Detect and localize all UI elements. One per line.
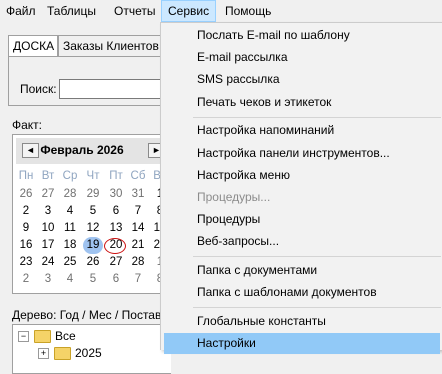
menu-separator: [193, 256, 441, 257]
calendar-day[interactable]: 5: [83, 203, 103, 220]
calendar-day[interactable]: 7: [128, 271, 148, 288]
calendar-day[interactable]: 12: [83, 220, 103, 237]
calendar-day[interactable]: 26: [16, 186, 36, 203]
menu-item-web-requests[interactable]: Веб-запросы...: [197, 234, 279, 248]
circle-mark: [104, 238, 126, 254]
menu-item-documents-folder[interactable]: Папка с документами: [197, 263, 317, 277]
calendar-day[interactable]: 26: [83, 254, 103, 271]
calendar-day[interactable]: 3: [38, 271, 58, 288]
calendar-day[interactable]: 7: [128, 203, 148, 220]
calendar-day[interactable]: 11: [60, 220, 80, 237]
calendar: ◄ Февраль 2026 ► ПнВтСрЧтПтСбВс262728293…: [12, 134, 171, 294]
calendar-day[interactable]: 6: [106, 271, 126, 288]
calendar-day[interactable]: 10: [38, 220, 58, 237]
calendar-day[interactable]: 21: [128, 237, 148, 254]
search-label: Поиск:: [20, 82, 57, 96]
weekday-header: Чт: [86, 170, 100, 182]
calendar-day[interactable]: 13: [106, 220, 126, 237]
collapse-icon[interactable]: −: [18, 331, 29, 342]
folder-icon: [54, 347, 71, 360]
calendar-header: ◄ Февраль 2026 ►: [16, 138, 171, 164]
calendar-day[interactable]: 3: [38, 203, 58, 220]
calendar-day[interactable]: 25: [60, 254, 80, 271]
calendar-day[interactable]: 19: [83, 237, 103, 254]
calendar-day[interactable]: 27: [106, 254, 126, 271]
calendar-day[interactable]: 5: [83, 271, 103, 288]
calendar-day[interactable]: 6: [106, 203, 126, 220]
menu-file[interactable]: Файл: [0, 0, 42, 22]
service-menu: Послать E-mail по шаблону E-mail рассылка…: [160, 22, 442, 354]
calendar-day[interactable]: 23: [16, 254, 36, 271]
board-panel: Поиск:: [8, 56, 179, 106]
tree-label: Дерево: Год / Мес / Поставщ: [12, 308, 172, 322]
weekday-header: Пн: [18, 170, 34, 182]
calendar-day[interactable]: 29: [83, 186, 103, 203]
calendar-title: Февраль 2026: [40, 143, 124, 157]
calendar-day[interactable]: 31: [128, 186, 148, 203]
calendar-day[interactable]: 4: [60, 271, 80, 288]
weekday-header: Пт: [109, 170, 123, 182]
weekday-header: Ср: [62, 170, 78, 182]
menu-item-procedures[interactable]: Процедуры: [197, 212, 260, 226]
folder-icon: [34, 330, 51, 343]
tab-board[interactable]: ДОСКА: [8, 35, 58, 58]
menu-bar: Файл Таблицы Отчеты Сервис Помощь: [0, 0, 442, 22]
calendar-day[interactable]: 14: [128, 220, 148, 237]
tree-item-all[interactable]: Все: [55, 329, 76, 343]
menu-item-menu-settings[interactable]: Настройка меню: [197, 168, 290, 182]
menu-item-global-constants[interactable]: Глобальные константы: [197, 314, 326, 328]
left-panel: ДОСКА Заказы Клиентов Поиск: Факт: ◄ Фев…: [0, 22, 179, 374]
menu-separator: [193, 307, 441, 308]
calendar-day[interactable]: 2: [16, 271, 36, 288]
calendar-day[interactable]: 4: [60, 203, 80, 220]
calendar-day[interactable]: 28: [60, 186, 80, 203]
tree-item-year[interactable]: 2025: [75, 346, 102, 360]
menu-item-reminders[interactable]: Настройка напоминаний: [197, 123, 334, 137]
menu-service[interactable]: Сервис: [161, 0, 217, 22]
menu-reports[interactable]: Отчеты: [108, 0, 161, 22]
menu-item-toolbar-settings[interactable]: Настройка панели инструментов...: [197, 146, 390, 160]
calendar-day[interactable]: 18: [60, 237, 80, 254]
fact-label: Факт:: [12, 118, 43, 132]
calendar-day[interactable]: 24: [38, 254, 58, 271]
weekday-header: Сб: [130, 170, 146, 182]
menu-item-email-template[interactable]: Послать E-mail по шаблону: [197, 28, 350, 42]
calendar-day[interactable]: 9: [16, 220, 36, 237]
menu-item-print-receipts[interactable]: Печать чеков и этикеток: [197, 95, 331, 109]
menu-item-email-broadcast[interactable]: E-mail рассылка: [197, 50, 288, 64]
menu-item-settings[interactable]: Настройки: [197, 336, 256, 350]
calendar-day[interactable]: 27: [38, 186, 58, 203]
menu-help[interactable]: Помощь: [219, 0, 277, 22]
menu-tables[interactable]: Таблицы: [41, 0, 102, 22]
tab-customer-orders[interactable]: Заказы Клиентов: [58, 35, 162, 57]
menu-separator: [193, 117, 441, 118]
calendar-day[interactable]: 17: [38, 237, 58, 254]
calendar-day[interactable]: 16: [16, 237, 36, 254]
calendar-day[interactable]: 28: [128, 254, 148, 271]
calendar-day[interactable]: 2: [16, 203, 36, 220]
weekday-header: Вт: [41, 170, 55, 182]
calendar-day[interactable]: 30: [106, 186, 126, 203]
menu-item-procedures-dialog: Процедуры...: [197, 190, 271, 204]
menu-item-templates-folder[interactable]: Папка с шаблонами документов: [197, 285, 377, 299]
tree-view: − Все + 2025: [12, 324, 171, 374]
menu-item-sms[interactable]: SMS рассылка: [197, 72, 280, 86]
